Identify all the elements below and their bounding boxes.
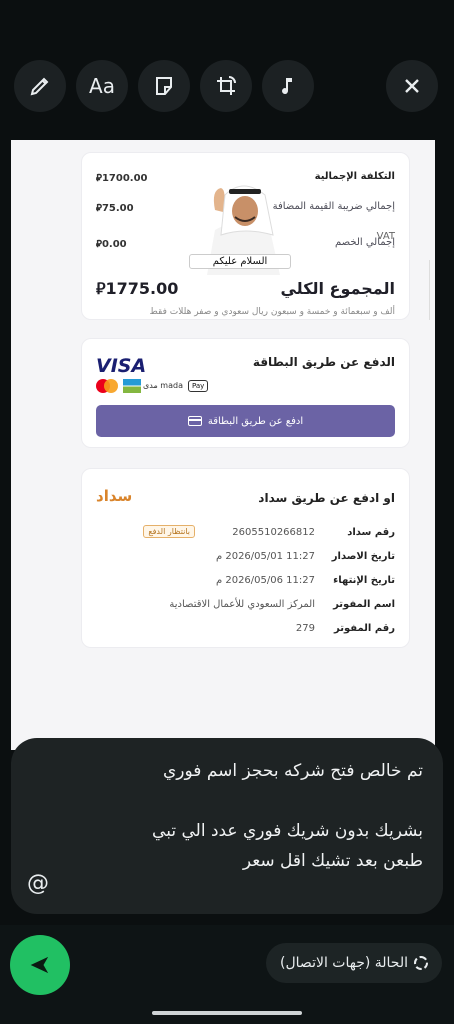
- pay-by-card-button[interactable]: ادفع عن طريق البطاقة: [96, 405, 395, 437]
- pay-button-label: ادفع عن طريق البطاقة: [207, 415, 304, 427]
- caption-text: تم خالص فتح شركه بحجز اسم فوري بشريك بدو…: [152, 756, 423, 876]
- status-badge: بانتظار الدفع: [143, 525, 195, 538]
- biller-name-row: اسم المفوتر المركز السعودي للأعمال الاقت…: [96, 599, 395, 615]
- editor-toolbar: Aa: [14, 60, 440, 114]
- crop-rotate-icon[interactable]: [200, 60, 252, 112]
- biller-number-value: 279: [295, 623, 315, 634]
- payment-logos: مدى mada Pay: [96, 379, 209, 393]
- expiry-date-row: تاريخ الإنتهاء 11:27 2026/05/06 م: [96, 575, 395, 591]
- status-icon: [414, 956, 428, 970]
- issue-date-label: تاريخ الاصدار: [331, 551, 395, 562]
- apple-pay-logo: Pay: [187, 380, 209, 392]
- pencil-icon[interactable]: [14, 60, 66, 112]
- status-audience-button[interactable]: الحالة (جهات الاتصال): [266, 943, 442, 983]
- biller-name-label: اسم المفوتر: [333, 599, 395, 610]
- mada-logo: مدى mada: [123, 379, 183, 393]
- mastercard-icon: [96, 379, 118, 393]
- expiry-date-value: 11:27 2026/05/06 م: [215, 575, 315, 586]
- card-payment-title: الدفع عن طريق البطاقة: [252, 355, 395, 369]
- caption-input[interactable]: تم خالص فتح شركه بحجز اسم فوري بشريك بدو…: [11, 738, 443, 914]
- sadad-logo: سداد: [96, 487, 133, 505]
- sadad-number-value: 2605510266812: [232, 527, 315, 538]
- caption-line-1: تم خالص فتح شركه بحجز اسم فوري: [163, 761, 423, 781]
- close-icon[interactable]: [386, 60, 438, 112]
- home-indicator: [152, 1011, 302, 1015]
- sadad-payment-card: او ادفع عن طريق سداد سداد رقم سداد 26055…: [81, 468, 410, 648]
- issue-date-row: تاريخ الاصدار 11:27 2026/05/01 م: [96, 551, 395, 567]
- amount-in-words: ألف و سبعمائة و خمسة و سبعون ريال سعودي …: [149, 307, 395, 317]
- biller-number-label: رقم المفوتر: [334, 623, 395, 634]
- biller-name-value: المركز السعودي للأعمال الاقتصادية: [169, 599, 315, 610]
- status-audience-label: الحالة (جهات الاتصال): [280, 955, 408, 971]
- divider: [429, 260, 430, 320]
- vat-value: ⃁75.00: [96, 203, 134, 214]
- caption-line-3: طبعن بعد تشيك اقل سعر: [242, 851, 423, 871]
- sadad-title: او ادفع عن طريق سداد: [258, 491, 395, 505]
- expiry-date-label: تاريخ الإنتهاء: [333, 575, 395, 586]
- discount-value: ⃁0.00: [96, 239, 127, 250]
- sadad-number-row: رقم سداد 2605510266812 بانتظار الدفع: [96, 525, 395, 543]
- visa-logo: VISA: [96, 355, 147, 377]
- send-button[interactable]: [10, 935, 70, 995]
- issue-date-value: 11:27 2026/05/01 م: [215, 551, 315, 562]
- discount-label: إجمالي الخصم: [335, 237, 395, 248]
- grand-total-label: المجموع الكلي: [280, 279, 395, 298]
- bottom-bar: الحالة (جهات الاتصال): [0, 925, 454, 1024]
- total-cost-value: ⃁1700.00: [96, 173, 148, 184]
- music-icon[interactable]: [262, 60, 314, 112]
- sadad-number-label: رقم سداد: [347, 527, 395, 538]
- mention-button[interactable]: @: [27, 871, 49, 896]
- send-icon: [30, 956, 49, 974]
- waving-man-sticker[interactable]: السلام عليكم: [185, 175, 295, 275]
- grand-total-value: ⃁1775.00: [96, 279, 179, 298]
- text-tool-button[interactable]: Aa: [76, 60, 128, 112]
- card-payment-card: الدفع عن طريق البطاقة VISA مدى mada Pay …: [81, 338, 410, 448]
- sticker-caption: السلام عليكم: [189, 254, 291, 269]
- total-cost-label: التكلفة الإجمالية: [314, 171, 395, 182]
- sticker-icon[interactable]: [138, 60, 190, 112]
- biller-number-row: رقم المفوتر 279: [96, 623, 395, 639]
- caption-line-2: بشريك بدون شريك فوري عدد الي تبي: [152, 821, 423, 841]
- credit-card-icon: [187, 416, 202, 426]
- text-icon: Aa: [89, 74, 115, 98]
